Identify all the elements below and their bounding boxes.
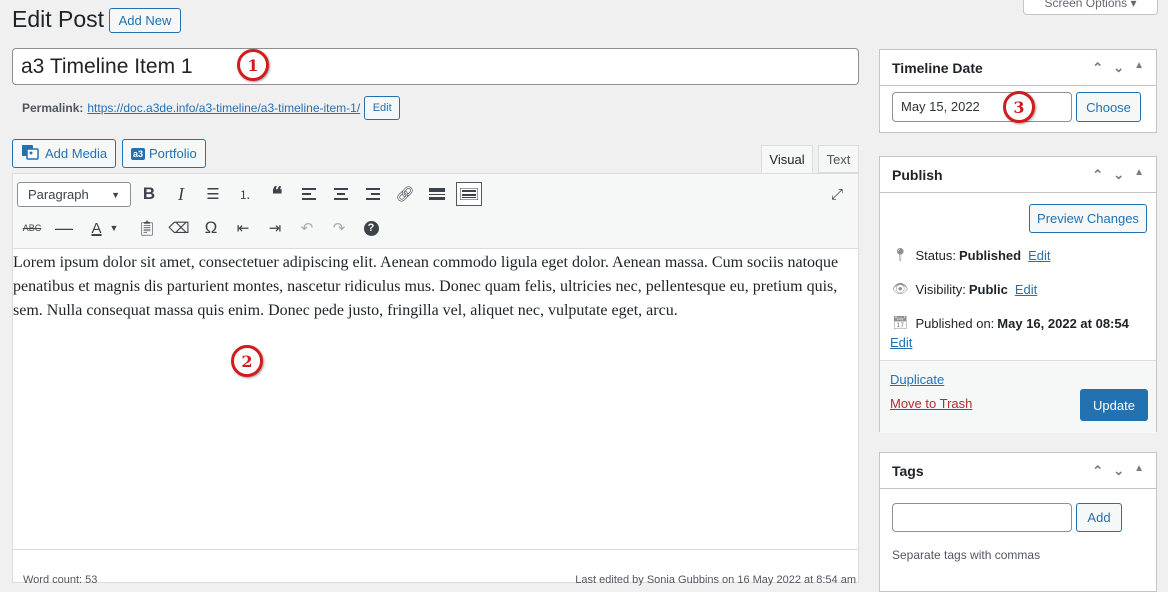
choose-date-button[interactable]: Choose — [1076, 92, 1141, 122]
annotation-marker-2: 2 — [231, 345, 263, 377]
permalink-label: Permalink: — [22, 101, 84, 115]
special-character-icon[interactable]: Ω — [200, 217, 222, 239]
clear-formatting-icon[interactable]: ⌫ — [168, 217, 190, 239]
published-label: Published on: — [915, 315, 995, 331]
align-center-icon[interactable] — [330, 183, 352, 205]
timeline-date-title: Timeline Date — [892, 59, 983, 76]
published-on-row: 📅︎ Published on: May 16, 2022 at 08:54 — [892, 315, 1129, 331]
tags-input[interactable] — [892, 503, 1072, 532]
publish-title: Publish — [892, 166, 943, 183]
tab-text[interactable]: Text — [818, 145, 859, 173]
format-select-value: Paragraph — [28, 187, 89, 202]
status-row: 📍︎ Status: Published Edit — [892, 247, 1051, 263]
page-title: Edit Post — [12, 6, 105, 32]
outdent-icon[interactable]: ⇤ — [232, 217, 254, 239]
help-icon[interactable]: ? — [360, 217, 382, 239]
fullscreen-icon[interactable]: ⤢ — [826, 183, 848, 205]
calendar-icon: 📅︎ — [892, 315, 909, 330]
portfolio-button[interactable]: a3 Portfolio — [122, 139, 206, 168]
editor-status-bar: Word count: 53 Last edited by Sonia Gubb… — [13, 549, 858, 586]
post-title-input[interactable]: a3 Timeline Item 1 — [12, 48, 859, 85]
editor-content[interactable]: Lorem ipsum dolor sit amet, consectetuer… — [13, 251, 858, 323]
published-edit-link[interactable]: Edit — [890, 335, 912, 350]
pin-icon: 📍︎ — [892, 247, 909, 262]
tags-header: Tags ⌃ ⌄ ▲ — [880, 453, 1156, 489]
bold-icon[interactable]: B — [138, 183, 160, 205]
visibility-edit-link[interactable]: Edit — [1015, 282, 1037, 297]
status-value: Published — [958, 247, 1022, 263]
blockquote-icon[interactable]: ❝ — [266, 183, 288, 206]
media-icon — [21, 144, 39, 163]
timeline-date-header: Timeline Date ⌃ ⌄ ▲ — [880, 50, 1156, 86]
add-new-button[interactable]: Add New — [109, 8, 181, 33]
word-count: Word count: 53 — [23, 574, 98, 586]
annotation-marker-1: 1 — [237, 49, 269, 81]
screen-options-button[interactable]: Screen Options ▾ — [1023, 0, 1158, 15]
timeline-date-input[interactable]: May 15, 2022 — [892, 92, 1072, 122]
align-left-icon[interactable] — [298, 183, 320, 205]
eye-icon: 👁︎ — [892, 281, 909, 296]
toggle-panel-icon[interactable]: ▲ — [1134, 60, 1144, 76]
horizontal-line-icon[interactable]: — — [53, 217, 75, 239]
annotation-marker-3: 3 — [1003, 91, 1035, 123]
add-media-label: Add Media — [45, 146, 108, 161]
chevron-up-icon[interactable]: ⌃ — [1092, 167, 1103, 183]
tags-hint: Separate tags with commas — [892, 548, 1041, 562]
chevron-up-icon[interactable]: ⌃ — [1092, 463, 1103, 479]
chevron-down-icon[interactable]: ⌄ — [1113, 463, 1124, 479]
tags-title: Tags — [892, 462, 924, 479]
paste-text-icon[interactable]: 📋︎ — [136, 217, 158, 239]
move-to-trash-link[interactable]: Move to Trash — [890, 396, 972, 411]
link-icon[interactable]: 🔗︎ — [394, 183, 416, 205]
permalink: Permalink: https://doc.a3de.info/a3-time… — [22, 96, 401, 120]
portfolio-icon: a3 — [131, 147, 146, 160]
visibility-label: Visibility: — [915, 281, 966, 297]
toggle-panel-icon[interactable]: ▲ — [1134, 167, 1144, 183]
permalink-edit-button[interactable]: Edit — [364, 96, 401, 120]
read-more-icon[interactable] — [426, 183, 448, 205]
portfolio-label: Portfolio — [149, 146, 197, 161]
publish-panel: Publish ⌃ ⌄ ▲ Preview Changes 📍︎ Status:… — [879, 156, 1157, 433]
update-button[interactable]: Update — [1080, 389, 1148, 421]
permalink-link[interactable]: https://doc.a3de.info/a3-timeline/a3-tim… — [87, 101, 360, 115]
numbered-list-icon[interactable]: ⒈ — [234, 183, 256, 205]
preview-changes-button[interactable]: Preview Changes — [1029, 204, 1147, 233]
duplicate-link[interactable]: Duplicate — [890, 372, 944, 387]
visibility-row: 👁︎ Visibility: Public Edit — [892, 281, 1037, 297]
align-right-icon[interactable] — [362, 183, 384, 205]
format-select[interactable]: Paragraph ▼ — [17, 182, 131, 207]
last-edited: Last edited by Sonia Gubbins on 16 May 2… — [575, 574, 856, 586]
toolbar-toggle-icon[interactable] — [456, 182, 482, 206]
toggle-panel-icon[interactable]: ▲ — [1134, 463, 1144, 479]
undo-icon[interactable]: ↶ — [296, 217, 318, 239]
italic-icon[interactable]: I — [170, 183, 192, 205]
text-color-icon[interactable]: A ▼ — [85, 217, 125, 239]
strikethrough-icon[interactable]: ABC — [21, 217, 43, 239]
chevron-down-icon: ▼ — [111, 189, 120, 200]
chevron-down-icon[interactable]: ⌄ — [1113, 167, 1124, 183]
visibility-value: Public — [968, 281, 1008, 297]
status-label: Status: — [915, 247, 956, 263]
tab-visual[interactable]: Visual — [761, 145, 813, 173]
publish-header: Publish ⌃ ⌄ ▲ — [880, 157, 1156, 193]
redo-icon[interactable]: ↷ — [328, 217, 350, 239]
published-value: May 16, 2022 at 08:54 — [997, 315, 1129, 331]
add-media-button[interactable]: Add Media — [12, 139, 117, 168]
chevron-up-icon[interactable]: ⌃ — [1092, 60, 1103, 76]
indent-icon[interactable]: ⇥ — [264, 217, 286, 239]
bullet-list-icon[interactable]: ☰ — [202, 183, 224, 205]
add-tag-button[interactable]: Add — [1076, 503, 1122, 532]
chevron-down-icon[interactable]: ⌄ — [1113, 60, 1124, 76]
status-edit-link[interactable]: Edit — [1028, 248, 1050, 263]
